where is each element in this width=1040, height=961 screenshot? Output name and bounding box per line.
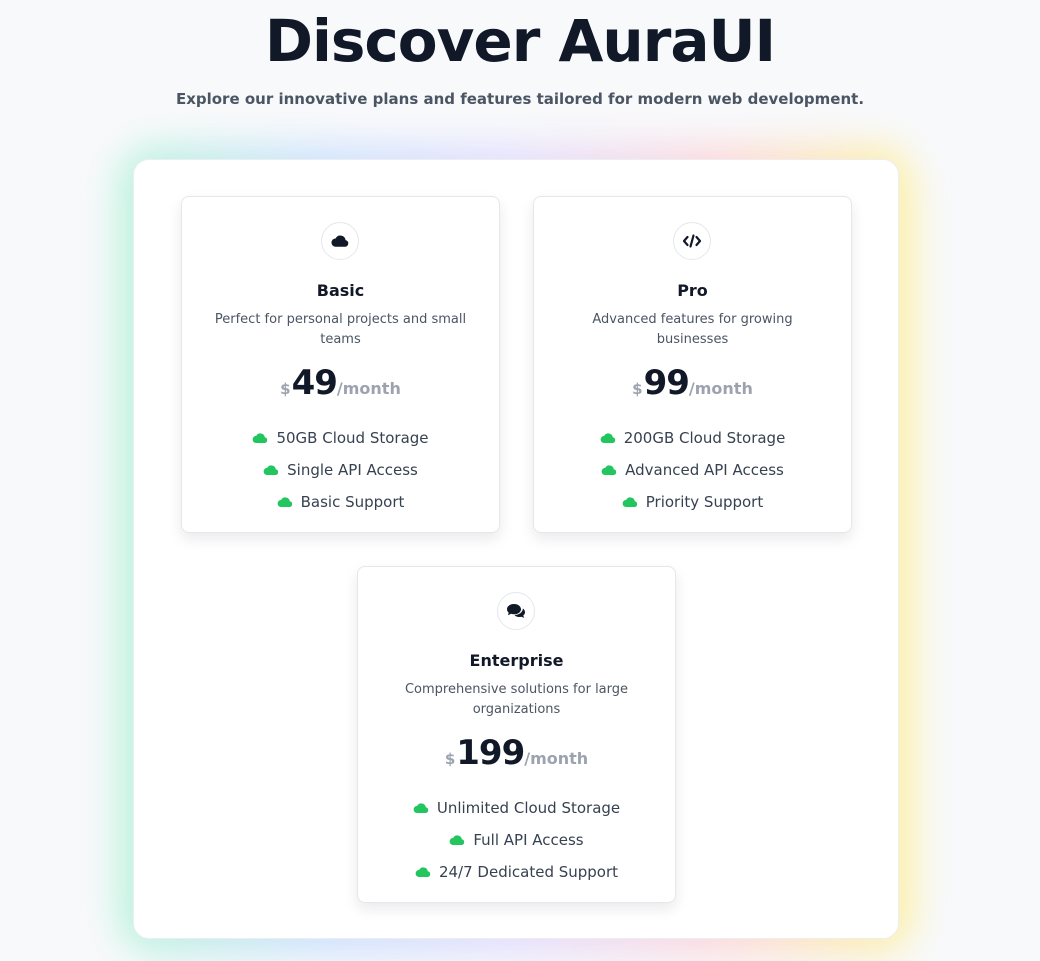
plan-name: Enterprise	[469, 651, 564, 670]
cloud-check-icon	[622, 496, 638, 508]
feature-item: Single API Access	[182, 454, 499, 486]
feature-list: 200GB Cloud Storage Advanced API Access …	[534, 422, 851, 518]
feature-label: Priority Support	[645, 493, 764, 511]
price-currency: $	[444, 750, 456, 768]
plan-card-basic[interactable]: Basic Perfect for personal projects and …	[181, 196, 500, 533]
feature-item: 24/7 Dedicated Support	[358, 856, 675, 888]
page-subtitle: Explore our innovative plans and feature…	[175, 90, 865, 108]
cloud-check-icon	[415, 866, 431, 878]
cloud-check-icon	[263, 464, 279, 476]
price-period: /month	[688, 379, 753, 398]
page-title: Discover AuraUI	[264, 7, 776, 75]
feature-item: 50GB Cloud Storage	[182, 422, 499, 454]
plan-description: Perfect for personal projects and small …	[214, 312, 467, 347]
code-icon	[673, 222, 711, 260]
feature-list: Unlimited Cloud Storage Full API Access …	[358, 792, 675, 888]
plan-description: Comprehensive solutions for large organi…	[404, 682, 629, 717]
cloud-check-icon	[277, 496, 293, 508]
price-amount: 199	[456, 733, 525, 773]
comments-icon	[497, 592, 535, 630]
feature-label: Full API Access	[473, 831, 584, 849]
price-period: /month	[524, 749, 589, 768]
cloud-check-icon	[449, 834, 465, 846]
plan-card-pro[interactable]: Pro Advanced features for growing busine…	[533, 196, 852, 533]
feature-item: Advanced API Access	[534, 454, 851, 486]
price-currency: $	[280, 380, 291, 398]
feature-label: 50GB Cloud Storage	[276, 429, 429, 447]
feature-label: Unlimited Cloud Storage	[436, 799, 621, 817]
plan-price: $ 49 /month	[182, 364, 499, 408]
feature-label: Basic Support	[300, 493, 405, 511]
plan-price: $ 199 /month	[358, 734, 675, 778]
feature-item: 200GB Cloud Storage	[534, 422, 851, 454]
feature-label: 24/7 Dedicated Support	[438, 863, 619, 881]
feature-item: Unlimited Cloud Storage	[358, 792, 675, 824]
price-amount: 49	[291, 363, 338, 403]
feature-label: Advanced API Access	[625, 461, 784, 479]
price-currency: $	[632, 380, 643, 398]
feature-item: Basic Support	[182, 486, 499, 518]
plan-description: Advanced features for growing businesses	[592, 312, 793, 347]
plan-name: Pro	[677, 281, 708, 300]
feature-label: 200GB Cloud Storage	[623, 429, 786, 447]
cloud-icon	[321, 222, 359, 260]
cloud-check-icon	[601, 464, 617, 476]
feature-item: Priority Support	[534, 486, 851, 518]
plan-name: Basic	[316, 281, 365, 300]
pricing-container: Basic Perfect for personal projects and …	[133, 159, 899, 939]
price-amount: 99	[643, 363, 690, 403]
cloud-check-icon	[600, 432, 616, 444]
feature-label: Single API Access	[287, 461, 418, 479]
plan-price: $ 99 /month	[534, 364, 851, 408]
cloud-check-icon	[413, 802, 429, 814]
cloud-check-icon	[252, 432, 268, 444]
plan-card-enterprise[interactable]: Enterprise Comprehensive solutions for l…	[357, 566, 676, 903]
feature-list: 50GB Cloud Storage Single API Access Bas…	[182, 422, 499, 518]
price-period: /month	[336, 379, 401, 398]
feature-item: Full API Access	[358, 824, 675, 856]
